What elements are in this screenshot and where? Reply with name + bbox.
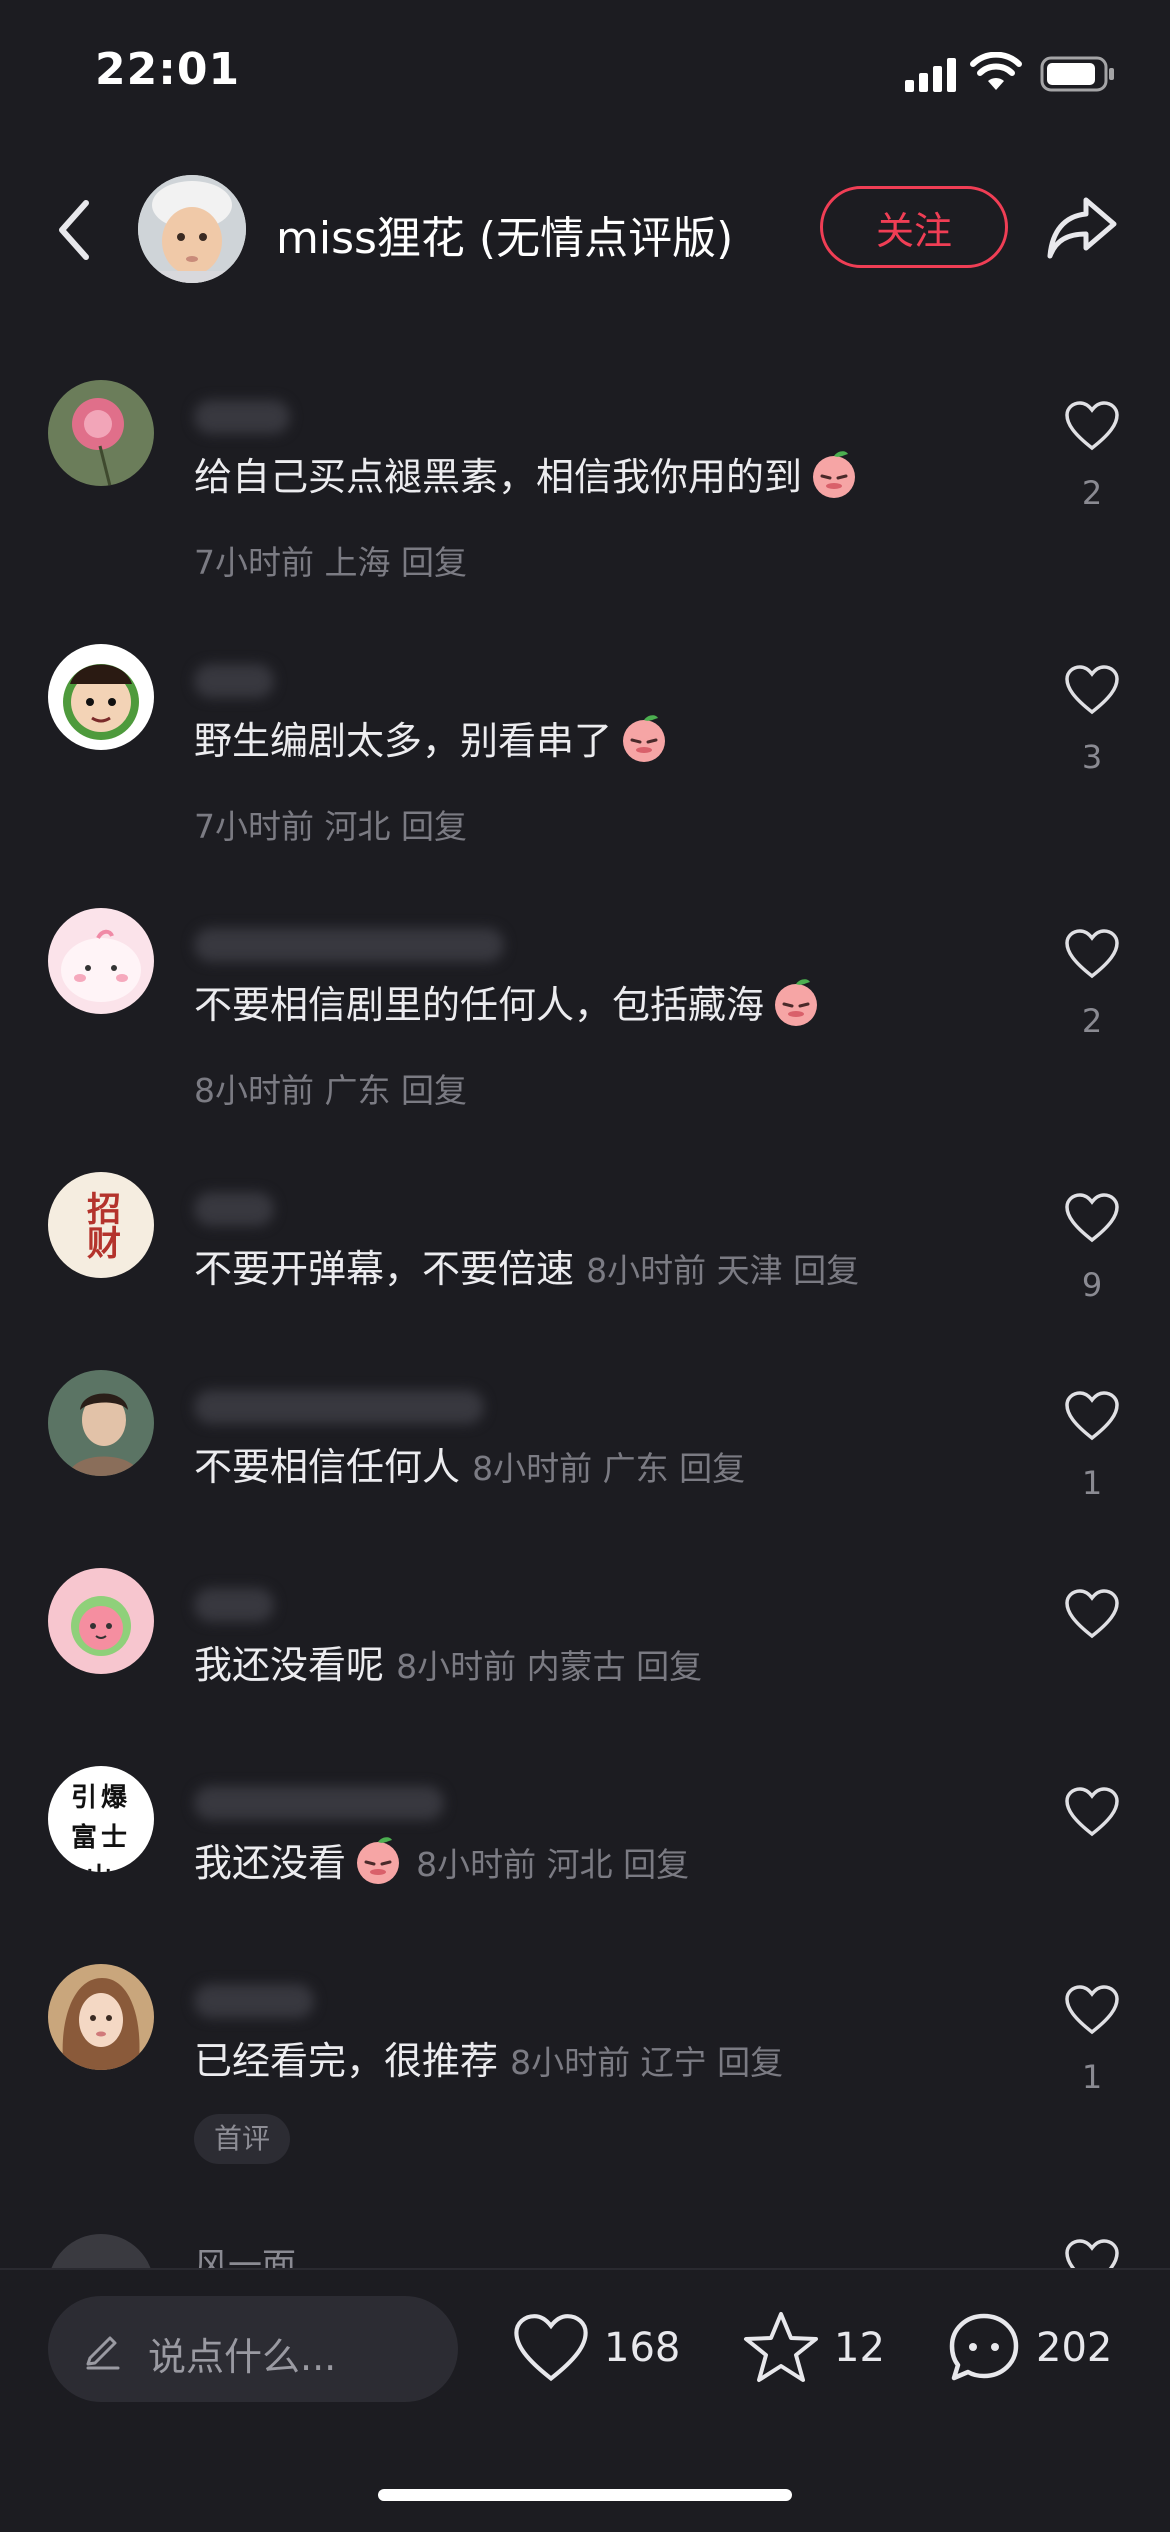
avatar-text: 引爆富士山 (70, 1783, 131, 1872)
commenter-name-blurred[interactable] (194, 1390, 484, 1424)
heart-icon[interactable] (1064, 664, 1120, 716)
comment-text: 给自己买点褪黑素，相信我你用的到 (194, 446, 860, 501)
favorite-total: 12 (834, 2325, 885, 2371)
comment-meta: 7小时前 上海 回复 (194, 543, 467, 582)
comment-meta: 8小时前 天津 回复 (586, 1251, 860, 1290)
comment-input[interactable]: 说点什么... (48, 2296, 458, 2402)
heart-icon[interactable] (1064, 400, 1120, 452)
comment-meta: 8小时前 河北 回复 (416, 1845, 690, 1884)
peach-emoji-icon (357, 1837, 400, 1884)
commenter-name-blurred[interactable] (194, 400, 290, 434)
commenter-avatar[interactable] (48, 908, 154, 1014)
commenter-name-blurred[interactable] (194, 1984, 314, 2018)
comment-text: 不要相信任何人 8小时前 广东 回复 (194, 1445, 746, 1489)
commenter-avatar[interactable]: 引爆富士山 (48, 1766, 154, 1872)
heart-icon[interactable] (1064, 2238, 1120, 2268)
home-indicator[interactable] (378, 2489, 792, 2501)
like-count: 1 (1081, 1464, 1103, 1502)
peach-emoji-icon (623, 715, 666, 762)
author-avatar[interactable] (138, 175, 246, 283)
commenter-name-blurred[interactable] (194, 1192, 274, 1226)
share-icon[interactable] (1046, 194, 1118, 260)
post-header: miss狸花 (无情点评版) 关注 (0, 170, 1170, 290)
like-count: 2 (1081, 474, 1103, 512)
like-count: 9 (1081, 1266, 1103, 1304)
peach-emoji-icon (813, 451, 856, 498)
comment-meta: 8小时前 广东 回复 (472, 1449, 746, 1488)
commenter-avatar[interactable] (48, 1964, 154, 2070)
peach-emoji-icon (775, 979, 818, 1026)
comment-total: 202 (1036, 2325, 1113, 2371)
status-bar: 22:01 (0, 0, 1170, 150)
like-count: 1 (1081, 2058, 1103, 2096)
comment-text: 野生编剧太多，别看串了 (194, 710, 670, 765)
commenter-name-blurred[interactable] (194, 928, 504, 962)
heart-icon[interactable] (1064, 1786, 1120, 1838)
comment-item-partial: 风一面 (0, 2230, 1170, 2268)
battery-icon (1040, 56, 1114, 92)
commenter-avatar[interactable] (48, 1568, 154, 1674)
star-icon (744, 2312, 818, 2382)
like-count: 3 (1081, 738, 1103, 776)
heart-icon[interactable] (1064, 1984, 1120, 2036)
heart-icon[interactable] (1064, 1192, 1120, 1244)
comment-meta: 7小时前 河北 回复 (194, 807, 467, 846)
comment-meta: 8小时前 广东 回复 (194, 1071, 467, 1110)
author-name[interactable]: miss狸花 (无情点评版) (276, 202, 733, 266)
comment-meta: 8小时前 辽宁 回复 (510, 2043, 784, 2082)
back-icon[interactable] (50, 195, 100, 265)
like-total: 168 (604, 2325, 681, 2371)
comment-text: 已经看完，很推荐 8小时前 辽宁 回复 (194, 2039, 784, 2083)
comment-text: 我还没看呢 8小时前 内蒙古 回复 (194, 1643, 703, 1687)
commenter-name[interactable]: 风一面 (194, 2238, 296, 2268)
comment-bubble-icon (949, 2313, 1019, 2381)
wifi-icon (970, 52, 1022, 90)
commenter-avatar[interactable] (48, 380, 154, 486)
comment-input-placeholder: 说点什么... (148, 2335, 337, 2379)
like-button[interactable]: 168 (512, 2308, 680, 2388)
status-time: 22:01 (95, 44, 241, 95)
commenter-name-blurred[interactable] (194, 664, 274, 698)
pen-icon (86, 2336, 120, 2370)
heart-icon[interactable] (1064, 1390, 1120, 1442)
heart-icon[interactable] (1064, 1588, 1120, 1640)
like-count: 2 (1081, 1002, 1103, 1040)
commenter-avatar[interactable] (48, 2234, 154, 2268)
comment-text: 我还没看 8小时前 河北 回复 (194, 1832, 689, 1887)
commenter-avatar[interactable] (48, 644, 154, 750)
commenter-name-blurred[interactable] (194, 1786, 444, 1820)
comment-text: 不要开弹幕，不要倍速 8小时前 天津 回复 (194, 1247, 860, 1291)
commenter-avatar[interactable]: 招财 (48, 1172, 154, 1278)
avatar-caishen-text: 招财 (80, 1191, 121, 1259)
commenter-name-blurred[interactable] (194, 1588, 274, 1622)
commenter-avatar[interactable] (48, 1370, 154, 1476)
comment-button[interactable]: 202 (946, 2308, 1112, 2388)
heart-icon[interactable] (1064, 928, 1120, 980)
favorite-button[interactable]: 12 (742, 2308, 885, 2388)
first-comment-tag: 首评 (194, 2114, 291, 2164)
comment-meta: 8小时前 内蒙古 回复 (396, 1647, 703, 1686)
signal-icon (905, 58, 956, 92)
follow-button[interactable]: 关注 (820, 186, 1008, 268)
heart-icon (514, 2314, 588, 2382)
comment-text: 不要相信剧里的任何人，包括藏海 (194, 974, 822, 1029)
